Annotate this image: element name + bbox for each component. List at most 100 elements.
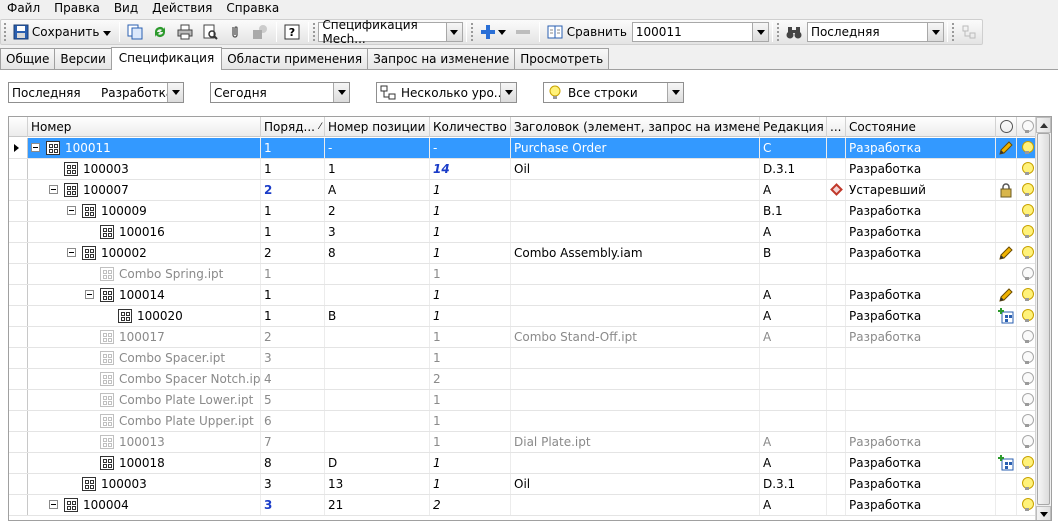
collapse-toggle-icon[interactable] <box>49 185 58 194</box>
lightbulb-icon[interactable] <box>1022 183 1034 197</box>
lightbulb-icon[interactable] <box>1022 204 1034 218</box>
header-number[interactable]: Номер <box>28 117 261 137</box>
lightbulb-icon[interactable] <box>1022 309 1034 323</box>
lightbulb-icon[interactable] <box>1022 393 1034 407</box>
tab-change-request[interactable]: Запрос на изменение <box>367 48 516 69</box>
chevron-down-icon[interactable] <box>752 23 769 41</box>
table-row[interactable]: Combo Spacer.ipt 3 1 <box>9 348 1037 369</box>
toolbar-grip[interactable] <box>952 23 955 41</box>
header-quantity[interactable]: Количество <box>430 117 511 137</box>
scroll-up-icon[interactable] <box>1036 117 1051 133</box>
tab-general[interactable]: Общие <box>0 48 56 69</box>
scroll-down-icon[interactable] <box>1036 506 1051 520</box>
lightbulb-icon[interactable] <box>1022 330 1034 344</box>
spec-type-combo[interactable]: Спецификация Mech... <box>318 18 463 46</box>
menu-view[interactable]: Вид <box>107 0 145 18</box>
row-header[interactable] <box>9 474 28 494</box>
levels-filter-combo[interactable]: Несколько уро... <box>376 82 517 103</box>
chevron-down-icon[interactable] <box>500 83 516 102</box>
lightbulb-icon[interactable] <box>1022 456 1034 470</box>
row-header[interactable] <box>9 264 28 284</box>
refresh-button[interactable] <box>148 21 172 43</box>
save-button[interactable]: Сохранить <box>9 21 116 43</box>
header-more[interactable]: ... <box>827 117 846 137</box>
collapse-toggle-icon[interactable] <box>67 248 76 257</box>
header-revision[interactable]: Редакция <box>760 117 827 137</box>
menu-actions[interactable]: Действия <box>145 0 219 18</box>
table-row[interactable]: 100018 8 D 1 A Разработка <box>9 453 1037 474</box>
table-row[interactable]: 100017 2 1 Combo Stand-Off.ipt A Разработка <box>9 327 1037 348</box>
row-header[interactable] <box>9 327 28 347</box>
lightbulb-icon[interactable] <box>1022 225 1034 239</box>
table-row[interactable]: 100003 1 1 14 Oil D.3.1 Разработка <box>9 159 1037 180</box>
version-search-combo[interactable]: Последняя <box>806 22 945 42</box>
add-dropdown-icon[interactable] <box>497 29 506 35</box>
lightbulb-icon[interactable] <box>1022 267 1034 281</box>
lightbulb-icon[interactable] <box>1022 372 1034 386</box>
table-row[interactable]: Combo Spacer Notch.ipt 4 2 <box>9 369 1037 390</box>
remove-button[interactable] <box>511 21 535 43</box>
header-order[interactable]: Поряд... ⁄ <box>261 117 325 137</box>
compare-combo[interactable]: 100011 <box>631 22 770 42</box>
structure-button[interactable] <box>957 21 981 43</box>
row-header[interactable] <box>9 222 28 242</box>
version-filter-combo[interactable]: Последняя Разработка <box>8 82 184 103</box>
chevron-down-icon[interactable] <box>167 83 183 102</box>
print-preview-button[interactable] <box>198 21 222 43</box>
header-title[interactable]: Заголовок (элемент, запрос на изменение) <box>511 117 760 137</box>
add-button[interactable] <box>476 21 510 43</box>
date-filter-combo[interactable]: Сегодня <box>210 82 350 103</box>
lightbulb-icon[interactable] <box>1022 288 1034 302</box>
lightbulb-icon[interactable] <box>1022 162 1034 176</box>
row-header[interactable] <box>9 306 28 326</box>
collapse-toggle-icon[interactable] <box>67 206 76 215</box>
row-header[interactable] <box>9 411 28 431</box>
shapes-button[interactable] <box>248 21 272 43</box>
vertical-scrollbar[interactable] <box>1035 117 1051 520</box>
chevron-down-icon[interactable] <box>667 83 683 102</box>
table-row[interactable]: 100002 2 8 1 Combo Assembly.iam B Разработка <box>9 243 1037 264</box>
toolbar-grip[interactable] <box>313 23 316 41</box>
tab-preview[interactable]: Просмотреть <box>514 48 610 69</box>
row-header[interactable] <box>9 180 28 200</box>
menu-file[interactable]: Файл <box>0 0 47 18</box>
row-header[interactable] <box>9 285 28 305</box>
header-visibility[interactable] <box>1017 117 1037 137</box>
chevron-down-icon[interactable] <box>445 23 462 41</box>
table-row[interactable]: 100007 2 A 1 A Устаревший <box>9 180 1037 201</box>
table-row[interactable]: 100014 1 1 A Разработка <box>9 285 1037 306</box>
help-button[interactable]: ? <box>280 21 304 43</box>
row-header[interactable] <box>9 138 28 158</box>
row-header[interactable] <box>9 453 28 473</box>
row-header[interactable] <box>9 159 28 179</box>
copy-button[interactable] <box>123 21 147 43</box>
lightbulb-icon[interactable] <box>1022 477 1034 491</box>
compare-button[interactable]: Сравнить <box>543 21 631 43</box>
table-row[interactable]: 100020 1 B 1 A Разработка <box>9 306 1037 327</box>
lightbulb-icon[interactable] <box>1022 435 1034 449</box>
rows-filter-combo[interactable]: Все строки <box>543 82 684 103</box>
tab-versions[interactable]: Версии <box>54 48 112 69</box>
collapse-toggle-icon[interactable] <box>49 500 58 509</box>
table-row[interactable]: 100009 1 2 1 B.1 Разработка <box>9 201 1037 222</box>
header-status-circle[interactable] <box>996 117 1017 137</box>
table-row[interactable]: Combo Plate Upper.ipt 6 1 <box>9 411 1037 432</box>
table-row[interactable]: 100013 7 1 Dial Plate.ipt A Разработка <box>9 432 1037 453</box>
save-dropdown-icon[interactable] <box>103 25 112 39</box>
lightbulb-icon[interactable] <box>1022 498 1034 512</box>
row-header[interactable] <box>9 495 28 515</box>
find-button[interactable] <box>782 21 806 43</box>
table-row[interactable]: 100004 3 21 2 A Разработка <box>9 495 1037 516</box>
collapse-toggle-icon[interactable] <box>85 290 94 299</box>
tab-where-used[interactable]: Области применения <box>221 48 369 69</box>
tab-specification[interactable]: Спецификация <box>110 47 223 70</box>
lightbulb-icon[interactable] <box>1022 351 1034 365</box>
collapse-toggle-icon[interactable] <box>31 143 40 152</box>
toolbar-grip[interactable] <box>777 23 780 41</box>
table-row[interactable]: Combo Spring.ipt 1 1 <box>9 264 1037 285</box>
row-header[interactable] <box>9 348 28 368</box>
toolbar-grip[interactable] <box>470 23 474 41</box>
row-header[interactable] <box>9 432 28 452</box>
menu-help[interactable]: Справка <box>219 0 286 18</box>
lightbulb-icon[interactable] <box>1022 141 1034 155</box>
